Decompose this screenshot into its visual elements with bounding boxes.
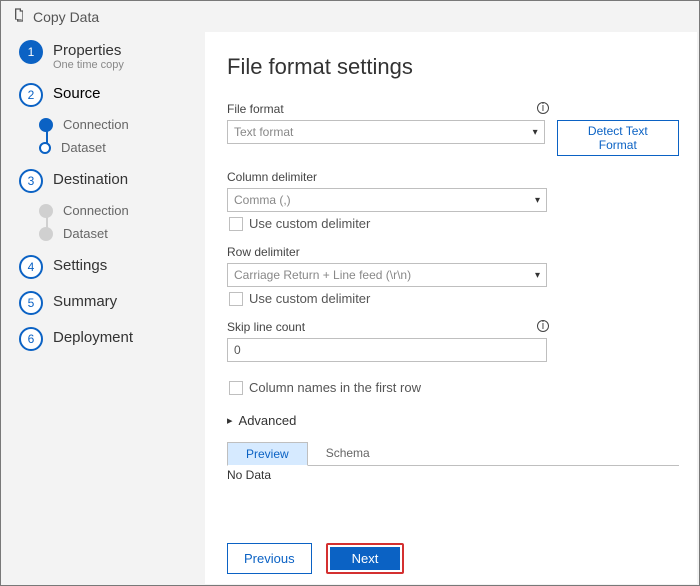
- tab-schema[interactable]: Schema: [308, 442, 388, 465]
- shell: 1 Properties One time copy 2 Source Conn…: [1, 30, 699, 586]
- column-names-first-row-check[interactable]: Column names in the first row: [229, 380, 679, 395]
- checkbox-label: Column names in the first row: [249, 380, 421, 395]
- checkbox-icon: [229, 217, 243, 231]
- previous-button[interactable]: Previous: [227, 543, 312, 574]
- substep-label: Connection: [63, 203, 129, 218]
- substep-connection[interactable]: Connection: [39, 199, 201, 222]
- step-circle-4: 4: [19, 255, 43, 279]
- page-title: File format settings: [227, 54, 679, 80]
- detect-text-format-button[interactable]: Detect Text Format: [557, 120, 679, 156]
- substep-dataset[interactable]: Dataset: [39, 136, 201, 159]
- substep-dot: [39, 118, 53, 132]
- footer-buttons: Previous Next: [227, 533, 679, 574]
- skip-line-count-label: Skip line count i: [227, 320, 679, 334]
- step-properties[interactable]: 1 Properties One time copy: [1, 34, 201, 77]
- substep-label: Dataset: [63, 226, 108, 241]
- step-label: Settings: [53, 255, 107, 274]
- chevron-right-icon: ▸: [227, 414, 233, 427]
- titlebar: Copy Data: [1, 1, 699, 30]
- checkbox-icon: [229, 381, 243, 395]
- content-panel: File format settings File format i Text …: [205, 32, 697, 584]
- step-circle-1: 1: [19, 40, 43, 64]
- step-label: Deployment: [53, 327, 133, 346]
- substep-dot: [39, 204, 53, 218]
- advanced-label: Advanced: [239, 413, 297, 428]
- step-label: Destination: [53, 169, 128, 188]
- next-button-highlight: Next: [326, 543, 405, 574]
- step-circle-3: 3: [19, 169, 43, 193]
- substeps-destination: Connection Dataset: [39, 199, 201, 249]
- select-value: Carriage Return + Line feed (\r\n): [234, 268, 411, 282]
- preview-body: No Data: [227, 466, 679, 482]
- substep-label: Dataset: [61, 140, 106, 155]
- info-icon[interactable]: i: [537, 102, 549, 114]
- checkbox-label: Use custom delimiter: [249, 291, 370, 306]
- substep-label: Connection: [63, 117, 129, 132]
- step-circle-6: 6: [19, 327, 43, 351]
- wizard-sidebar: 1 Properties One time copy 2 Source Conn…: [1, 30, 201, 586]
- step-destination[interactable]: 3 Destination: [1, 163, 201, 199]
- step-circle-5: 5: [19, 291, 43, 315]
- row-delimiter-select[interactable]: Carriage Return + Line feed (\r\n) ▾: [227, 263, 547, 287]
- copy-data-icon: [11, 7, 27, 26]
- tab-preview[interactable]: Preview: [227, 442, 308, 466]
- row-custom-delimiter-check[interactable]: Use custom delimiter: [229, 291, 679, 306]
- select-value: Comma (,): [234, 193, 291, 207]
- skip-line-count-input[interactable]: [227, 338, 547, 362]
- next-button[interactable]: Next: [330, 547, 401, 570]
- step-sublabel: One time copy: [53, 59, 124, 71]
- checkbox-icon: [229, 292, 243, 306]
- titlebar-label: Copy Data: [33, 9, 99, 25]
- info-icon[interactable]: i: [537, 320, 549, 332]
- file-format-label: File format i: [227, 102, 679, 116]
- preview-tabs: Preview Schema: [227, 442, 679, 466]
- step-circle-2: 2: [19, 83, 43, 107]
- step-label: Summary: [53, 291, 117, 310]
- checkbox-label: Use custom delimiter: [249, 216, 370, 231]
- step-label: Properties: [53, 40, 124, 59]
- chevron-down-icon: ▾: [533, 127, 538, 138]
- skip-line-count-row: Skip line count i: [227, 320, 679, 362]
- file-format-select[interactable]: Text format ▾: [227, 120, 545, 144]
- column-delimiter-row: Column delimiter Comma (,) ▾ Use custom …: [227, 170, 679, 231]
- column-delimiter-select[interactable]: Comma (,) ▾: [227, 188, 547, 212]
- substep-dot: [39, 227, 53, 241]
- row-delimiter-label: Row delimiter: [227, 245, 679, 259]
- select-value: Text format: [234, 125, 293, 139]
- substep-dataset[interactable]: Dataset: [39, 222, 201, 245]
- row-delimiter-row: Row delimiter Carriage Return + Line fee…: [227, 245, 679, 306]
- chevron-down-icon: ▾: [535, 270, 540, 281]
- step-summary[interactable]: 5 Summary: [1, 285, 201, 321]
- step-settings[interactable]: 4 Settings: [1, 249, 201, 285]
- column-delimiter-label: Column delimiter: [227, 170, 679, 184]
- col-custom-delimiter-check[interactable]: Use custom delimiter: [229, 216, 679, 231]
- substep-dot: [39, 142, 51, 154]
- substeps-source: Connection Dataset: [39, 113, 201, 163]
- substep-connection[interactable]: Connection: [39, 113, 201, 136]
- step-label: Source: [53, 83, 101, 102]
- chevron-down-icon: ▾: [535, 195, 540, 206]
- file-format-row: File format i Text format ▾ Detect Text …: [227, 102, 679, 156]
- step-source[interactable]: 2 Source: [1, 77, 201, 113]
- advanced-toggle[interactable]: ▸ Advanced: [227, 413, 679, 428]
- step-deployment[interactable]: 6 Deployment: [1, 321, 201, 357]
